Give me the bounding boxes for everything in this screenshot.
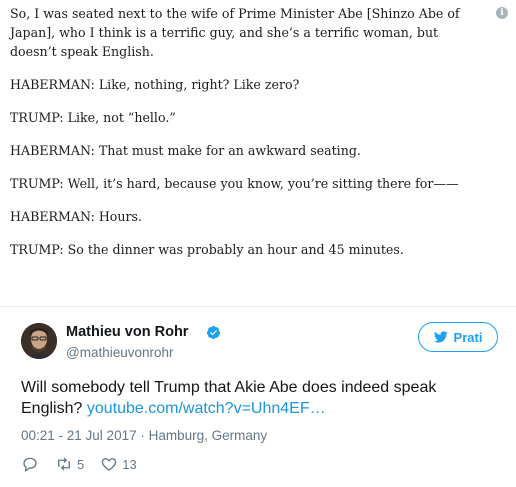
retweet-icon	[58, 457, 70, 471]
info-icon[interactable]: i	[496, 7, 508, 19]
quote-text: So, I was seated next to the wife of Pri…	[10, 4, 488, 273]
quote-paragraph: HABERMAN: Hours.	[10, 209, 142, 224]
follow-button[interactable]: Prati	[418, 322, 498, 352]
avatar-portrait-icon	[21, 323, 57, 359]
tweet-timestamp[interactable]: 00:21 - 21 Jul 2017 · Hamburg, Germany	[21, 428, 267, 443]
retweet-button[interactable]: 5	[55, 455, 84, 473]
heart-icon	[102, 458, 117, 471]
quote-paragraph: So, I was seated next to the wife of Pri…	[10, 6, 460, 59]
like-count: 13	[122, 456, 137, 472]
avatar[interactable]	[21, 323, 57, 359]
retweet-count: 5	[77, 456, 85, 472]
tweet-card: Mathieu von Rohr @mathieuvonrohr Prati W…	[0, 306, 516, 487]
like-button[interactable]: 13	[100, 455, 137, 473]
tweet-text: Will somebody tell Trump that Akie Abe d…	[21, 377, 491, 419]
quote-card: i So, I was seated next to the wife of P…	[0, 0, 516, 307]
tweet-actions: 5 13	[21, 454, 153, 474]
reply-button[interactable]	[21, 455, 39, 473]
verified-badge-icon	[206, 325, 221, 340]
quote-paragraph: HABERMAN: Like, nothing, right? Like zer…	[10, 77, 300, 92]
display-name[interactable]: Mathieu von Rohr	[66, 324, 188, 340]
quote-paragraph: TRUMP: So the dinner was probably an hou…	[10, 242, 404, 257]
follow-label: Prati	[453, 329, 483, 345]
username[interactable]: @mathieuvonrohr	[66, 345, 174, 360]
embedded-tweet: Mathieu von Rohr @mathieuvonrohr Prati W…	[0, 306, 516, 487]
reply-icon	[23, 457, 37, 472]
quote-paragraph: HABERMAN: That must make for an awkward …	[10, 143, 361, 158]
twitter-bird-icon	[433, 331, 448, 343]
quote-paragraph: TRUMP: Like, not “hello.”	[10, 110, 176, 125]
tweet-link[interactable]: youtube.com/watch?v=Uhn4EF…	[87, 400, 326, 417]
quote-paragraph: TRUMP: Well, it’s hard, because you know…	[10, 176, 459, 191]
